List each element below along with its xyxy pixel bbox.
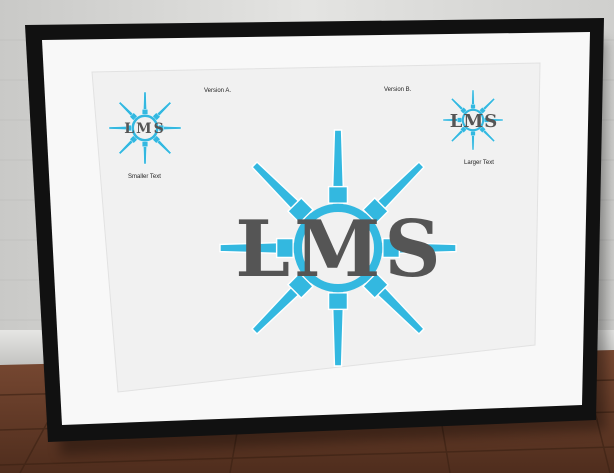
smaller-text-caption: Smaller Text — [128, 174, 161, 180]
scene-svg: Version A. Version B. Smaller Text Large… — [0, 0, 614, 473]
framed-poster-scene: Version A. Version B. Smaller Text Large… — [0, 0, 614, 473]
small-logo-b-text: LMS — [450, 111, 499, 132]
larger-text-caption: Larger Text — [464, 160, 494, 166]
version-a-label: Version A. — [204, 88, 231, 94]
version-b-label: Version B. — [384, 87, 412, 93]
small-logo-a-text: LMS — [124, 121, 165, 137]
large-logo-text: LMS — [235, 204, 445, 295]
